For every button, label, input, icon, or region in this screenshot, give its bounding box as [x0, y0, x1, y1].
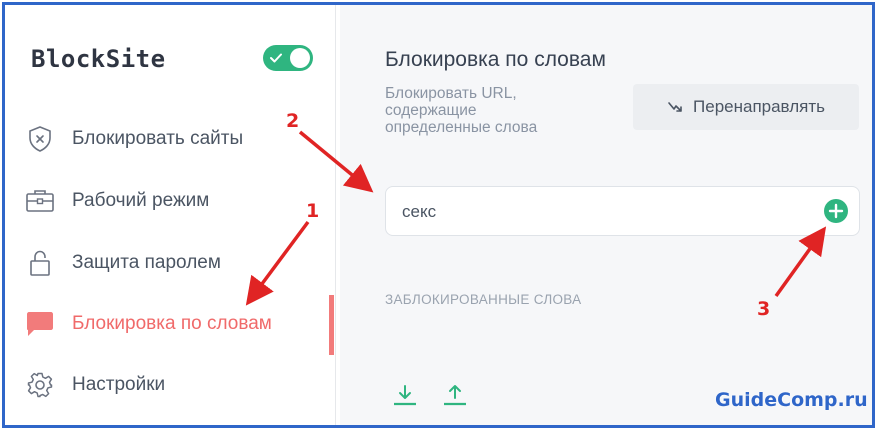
annotation-label-1: 1 [306, 200, 320, 222]
lock-icon [25, 248, 55, 278]
shield-icon [25, 124, 55, 154]
sidebar-item-settings[interactable]: Настройки [25, 370, 165, 400]
sidebar-item-label: Рабочий режим [72, 190, 210, 211]
check-icon [270, 53, 282, 63]
annotation-label-2: 2 [286, 110, 300, 132]
gear-icon [25, 370, 55, 400]
download-icon [394, 385, 416, 406]
add-word-button[interactable] [824, 199, 848, 223]
sidebar-item-label: Блокировать сайты [72, 128, 244, 149]
watermark: GuideComp.ru [715, 389, 868, 411]
redirect-button[interactable]: Перенаправлять [633, 84, 859, 130]
export-button[interactable] [442, 383, 468, 407]
annotation-label-3: 3 [757, 298, 771, 320]
app-window: BlockSite Блокировать сайты Рабочий режи… [2, 2, 875, 428]
main-panel: Блокировка по словам Блокировать URL, со… [340, 5, 872, 425]
blocked-words-header: ЗАБЛОКИРОВАННЫЕ СЛОВА [385, 292, 582, 307]
word-input-container [385, 186, 860, 237]
sidebar-item-block-sites[interactable]: Блокировать сайты [25, 124, 243, 154]
app-logo: BlockSite [31, 45, 166, 73]
blocking-toggle[interactable] [263, 45, 313, 71]
redirect-button-label: Перенаправлять [693, 97, 825, 116]
sidebar: BlockSite Блокировать сайты Рабочий режи… [5, 5, 336, 425]
plus-icon [828, 203, 844, 219]
speech-bubble-icon [25, 309, 55, 339]
page-title: Блокировка по словам [385, 48, 606, 71]
sidebar-item-work-mode[interactable]: Рабочий режим [25, 186, 209, 216]
sidebar-item-label: Настройки [72, 374, 166, 395]
redirect-arrow-icon [668, 102, 682, 112]
sidebar-item-label: Блокировка по словам [72, 313, 272, 334]
active-indicator [329, 295, 334, 355]
sidebar-item-block-by-words[interactable]: Блокировка по словам [25, 309, 272, 339]
upload-icon [444, 385, 466, 406]
word-input[interactable] [400, 187, 804, 237]
sidebar-item-password-protection[interactable]: Защита паролем [25, 248, 221, 278]
toggle-knob [290, 48, 310, 68]
import-button[interactable] [392, 383, 418, 407]
page-description: Блокировать URL, содержащие определенные… [385, 85, 538, 136]
briefcase-icon [25, 186, 55, 216]
sidebar-item-label: Защита паролем [72, 252, 221, 273]
